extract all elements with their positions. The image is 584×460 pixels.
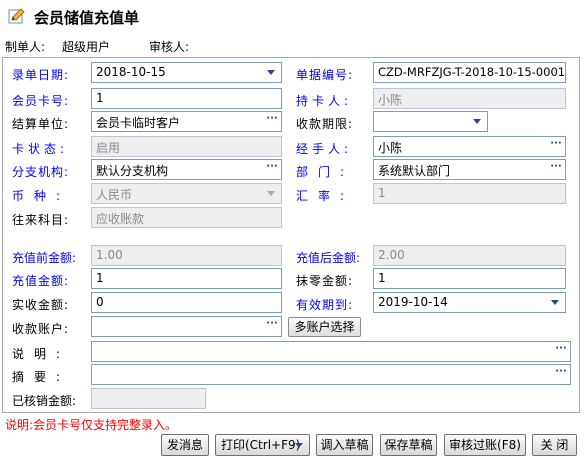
account-field: 应收账款 — [91, 207, 282, 228]
creator-value: 超级用户 — [62, 40, 111, 54]
doc-no-label: 单据编号: — [296, 68, 354, 82]
save-draft-button[interactable]: 保存草稿 — [380, 434, 437, 456]
ellipsis-icon[interactable]: ··· — [554, 343, 568, 359]
rate-label: 汇率: — [296, 189, 355, 203]
ellipsis-icon[interactable]: ··· — [549, 161, 563, 177]
branch-value: 默认分支机构 — [96, 164, 169, 178]
balance-before-field: 1.00 — [91, 245, 282, 266]
received-label: 实收金额: — [12, 298, 70, 312]
settle-unit-field[interactable]: 会员卡临时客户 ··· — [91, 111, 282, 132]
description-label: 说明: — [12, 347, 71, 361]
branch-field[interactable]: 默认分支机构 ··· — [91, 159, 282, 180]
chevron-down-icon[interactable] — [473, 119, 481, 124]
ellipsis-icon[interactable]: ··· — [265, 113, 279, 129]
department-value: 系统默认部门 — [378, 164, 451, 178]
holder-field: 小陈 — [373, 88, 566, 109]
chevron-down-icon[interactable] — [267, 70, 275, 75]
department-label: 部门: — [296, 165, 355, 179]
handler-field[interactable]: 小陈 ··· — [373, 136, 566, 157]
chevron-down-icon — [267, 191, 275, 196]
chevron-down-icon[interactable] — [551, 300, 559, 305]
balance-after-label: 充值后金额: — [296, 251, 361, 265]
account-label: 往来科目: — [12, 213, 70, 227]
pay-term-field[interactable] — [373, 111, 488, 132]
description-field[interactable]: ··· — [91, 341, 571, 362]
card-status-label: 卡状态: — [12, 142, 69, 156]
audit-post-button[interactable]: 审核过账(F8) — [444, 434, 526, 456]
rounding-label: 抹零金额: — [296, 274, 354, 288]
ellipsis-icon[interactable]: ··· — [265, 318, 279, 334]
title-bar: 会员储值充值单 — [0, 0, 584, 33]
note-text: 说明:会员卡号仅支持完整录入。 — [5, 418, 178, 432]
handler-label: 经手人: — [296, 142, 353, 156]
edit-pencil-icon — [8, 8, 25, 24]
send-message-button[interactable]: 发消息 — [161, 434, 209, 456]
close-button[interactable]: 关 闭 — [532, 434, 577, 456]
settle-unit-value: 会员卡临时客户 — [96, 116, 181, 130]
member-card-label: 会员卡号: — [12, 94, 70, 108]
recharge-amount-field[interactable]: 1 — [91, 268, 282, 289]
chevron-down-icon[interactable] — [295, 443, 303, 448]
multi-account-button[interactable]: 多账户选择 — [288, 317, 361, 337]
ellipsis-icon[interactable]: ··· — [549, 138, 563, 154]
expiry-field[interactable]: 2019-10-14 — [373, 292, 566, 313]
print-button-label: 打印(Ctrl+F9) — [221, 438, 301, 452]
card-status-field: 启用 — [91, 136, 282, 157]
rounding-field[interactable]: 1 — [373, 268, 566, 289]
pay-term-label: 收款期限: — [296, 117, 354, 131]
entry-date-value: 2018-10-15 — [96, 65, 166, 79]
handler-value: 小陈 — [378, 141, 403, 155]
summary-field[interactable]: ··· — [91, 364, 571, 385]
balance-after-field: 2.00 — [373, 245, 566, 266]
ellipsis-icon[interactable]: ··· — [265, 161, 279, 177]
receive-account-field[interactable]: ··· — [91, 316, 282, 337]
page-title: 会员储值充值单 — [34, 9, 140, 27]
load-draft-button[interactable]: 调入草稿 — [316, 434, 373, 456]
holder-label: 持卡人: — [296, 94, 353, 108]
entry-date-label: 录单日期: — [12, 68, 70, 82]
currency-value: 人民币 — [96, 188, 133, 202]
doc-no-field[interactable]: CZD-MRFZJG-T-2018-10-15-0001 — [373, 62, 566, 83]
expiry-label: 有效期到: — [296, 298, 354, 312]
ellipsis-icon[interactable]: ··· — [554, 366, 568, 382]
currency-field: 人民币 — [91, 183, 282, 204]
summary-label: 摘要: — [12, 370, 71, 384]
expiry-value: 2019-10-14 — [378, 295, 448, 309]
rate-field: 1 — [373, 183, 566, 204]
department-field[interactable]: 系统默认部门 ··· — [373, 159, 566, 180]
currency-label: 币种: — [12, 189, 71, 203]
settle-unit-label: 结算单位: — [12, 117, 70, 131]
auditor-label: 审核人: — [149, 40, 190, 54]
print-button[interactable]: 打印(Ctrl+F9) — [215, 434, 310, 456]
entry-date-field[interactable]: 2018-10-15 — [91, 62, 282, 83]
written-off-field — [91, 388, 206, 409]
member-card-field[interactable]: 1 — [91, 88, 282, 109]
balance-before-label: 充值前金额: — [12, 251, 77, 265]
branch-label: 分支机构: — [12, 165, 70, 179]
receive-account-label: 收款账户: — [12, 322, 70, 336]
written-off-label: 已核销金额: — [12, 394, 77, 408]
received-field[interactable]: 0 — [91, 292, 282, 313]
creator-label: 制单人: — [5, 40, 46, 54]
recharge-amount-label: 充值金额: — [12, 274, 70, 288]
